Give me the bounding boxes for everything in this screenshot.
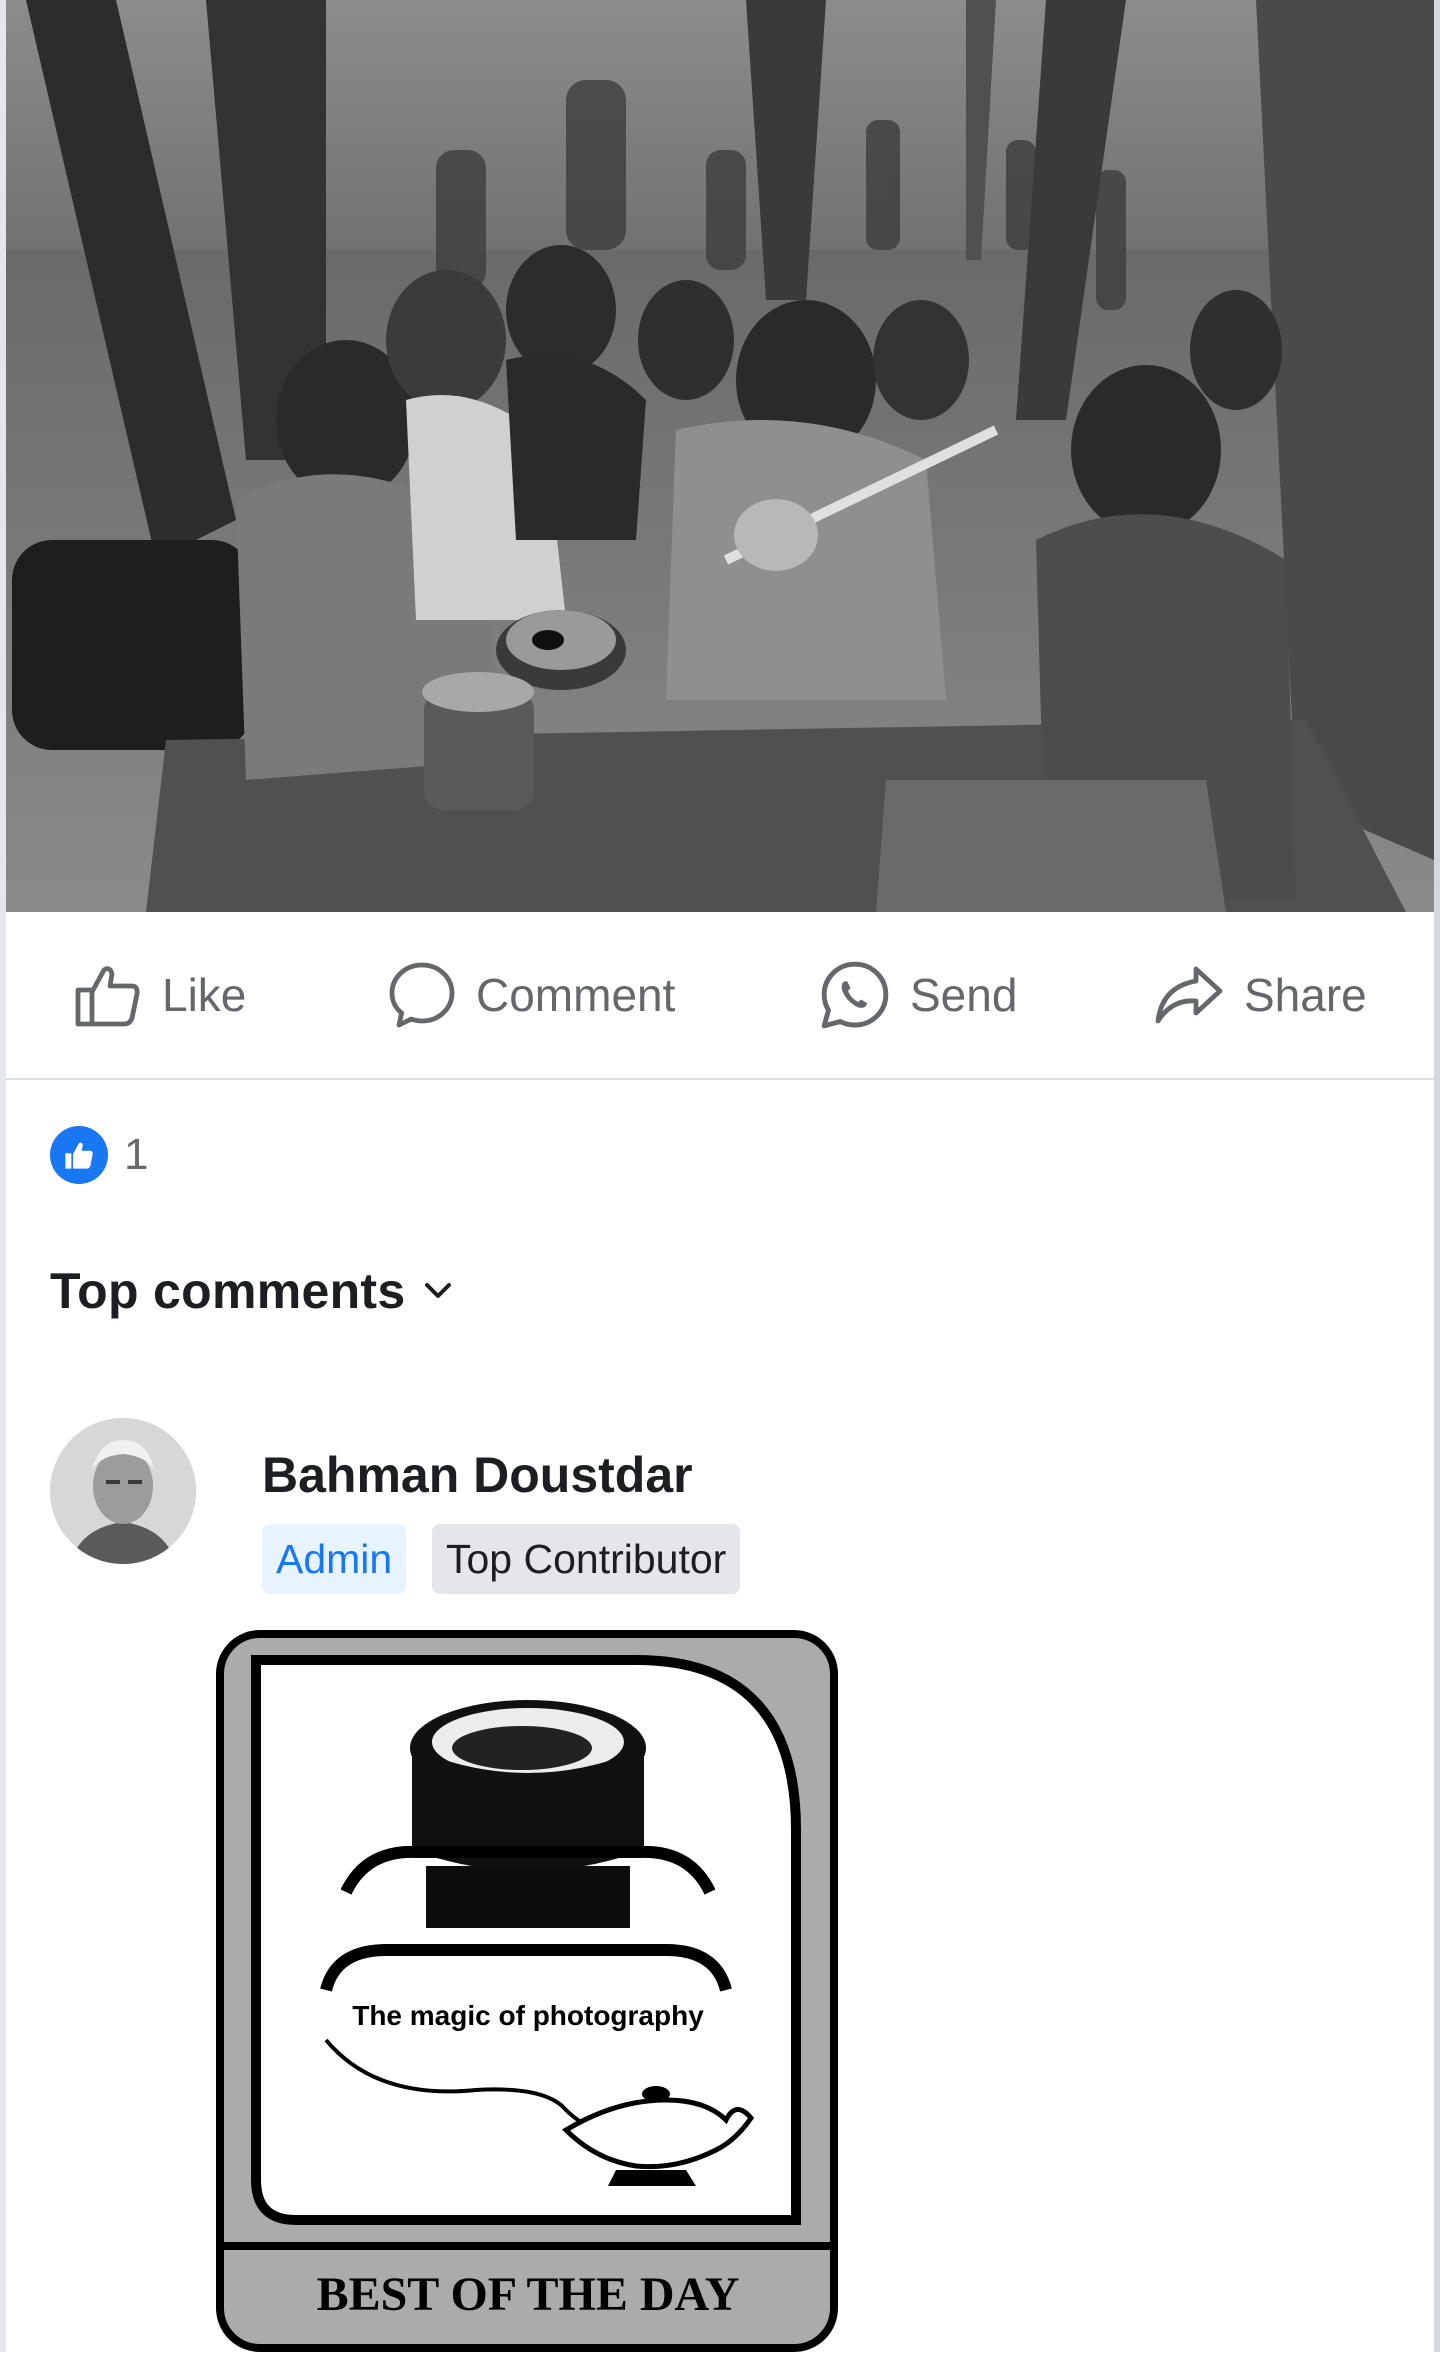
comment-author-name[interactable]: Bahman Doustdar [262, 1446, 693, 1504]
comment-label: Comment [476, 969, 676, 1021]
chevron-down-icon [425, 1283, 452, 1298]
commenter-avatar[interactable] [50, 1418, 196, 1564]
reaction-summary[interactable]: 1 [50, 1126, 148, 1184]
admin-badge: Admin [262, 1524, 407, 1594]
reaction-count: 1 [124, 1130, 149, 1179]
like-button[interactable]: Like [72, 962, 246, 1028]
send-label: Send [910, 969, 1018, 1021]
speech-bubble-icon [389, 962, 455, 1028]
comment-button[interactable]: Comment [386, 962, 675, 1028]
share-button[interactable]: Share [1152, 962, 1367, 1028]
post-photo[interactable] [6, 0, 1434, 912]
whatsapp-icon [821, 961, 889, 1029]
post-action-bar: Like Comment Send Share [6, 912, 1434, 1080]
sticker-banner: BEST OF THE DAY [317, 2268, 740, 2321]
sticker-tagline: The magic of photography [352, 2000, 704, 2031]
share-arrow-icon [1155, 966, 1223, 1024]
send-button[interactable]: Send [818, 961, 1018, 1029]
share-label: Share [1244, 969, 1367, 1021]
best-of-the-day-sticker[interactable]: The magic of photography BEST OF THE DAY [216, 1630, 838, 2352]
window-frame-right [1434, 0, 1440, 2352]
thumbs-up-icon [75, 966, 140, 1027]
comment-sort-selector[interactable]: Top comments [50, 1262, 453, 1320]
top-contributor-badge: Top Contributor [432, 1524, 741, 1594]
like-label: Like [162, 969, 247, 1021]
like-reaction-icon [50, 1126, 108, 1184]
comment-sort-label: Top comments [50, 1263, 406, 1319]
